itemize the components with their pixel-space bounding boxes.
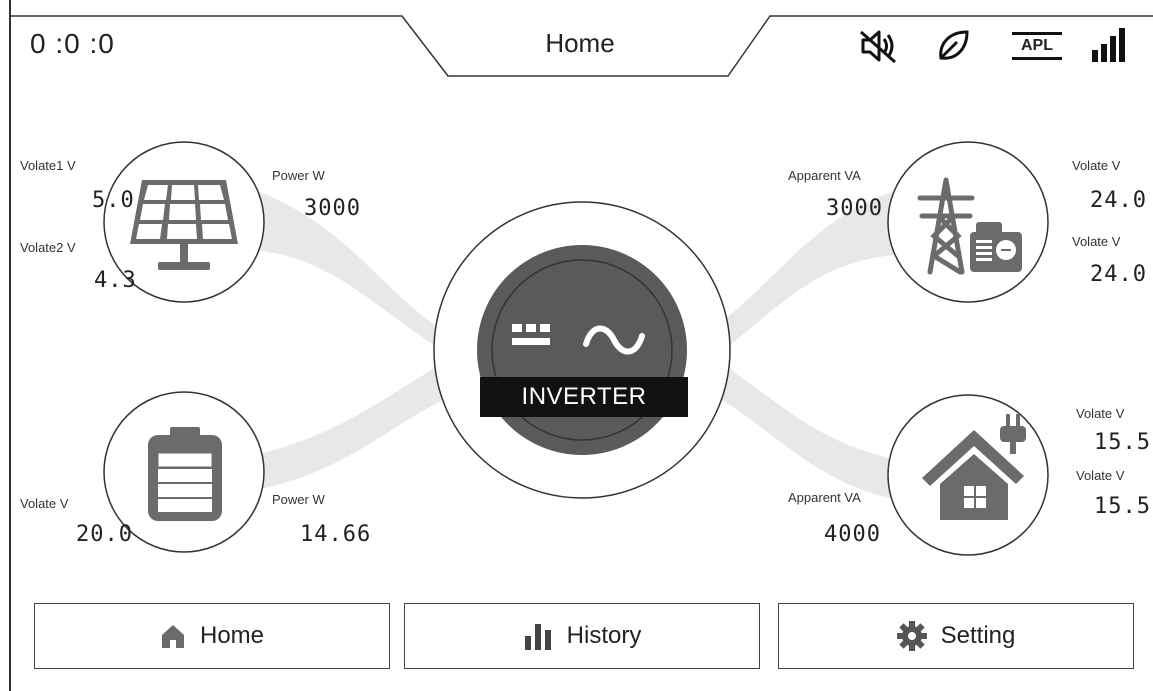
grid-volt1-value: 24.0 bbox=[1090, 188, 1147, 213]
home-button-label: Home bbox=[199, 622, 265, 649]
grid-volt2-label: Volate V bbox=[1072, 234, 1121, 249]
battery-icon bbox=[148, 427, 222, 521]
grid-tower-icon bbox=[917, 177, 1022, 275]
grid-apparent-value: 3000 bbox=[826, 196, 883, 221]
pv-volt2-value: 4.3 bbox=[94, 268, 137, 293]
pv-power-value: 3000 bbox=[304, 196, 361, 221]
load-apparent-label: Apparent VA bbox=[788, 490, 861, 505]
pv-power-label: Power W bbox=[272, 168, 325, 183]
load-volt2-label: Volate V bbox=[1076, 468, 1125, 483]
page-title: Home bbox=[545, 28, 615, 58]
home-icon bbox=[161, 625, 184, 648]
setting-button-label: Setting bbox=[940, 622, 1016, 649]
load-volt1-value: 15.5 bbox=[1094, 430, 1151, 455]
pv-volt1-value: 5.0 bbox=[92, 188, 135, 213]
battery-power-label: Power W bbox=[272, 492, 325, 507]
grid-volt2-value: 24.0 bbox=[1090, 262, 1147, 287]
battery-volt-value: 20.0 bbox=[76, 522, 133, 547]
battery-volt-label: Volate V bbox=[20, 496, 69, 511]
clock-display: 0 :0 :0 bbox=[30, 28, 115, 59]
history-button[interactable]: History bbox=[404, 603, 760, 669]
inverter-label: INVERTER bbox=[480, 377, 688, 417]
solar-panel-icon bbox=[130, 180, 238, 270]
grid-apparent-label: Apparent VA bbox=[788, 168, 861, 183]
setting-button[interactable]: Setting bbox=[778, 603, 1134, 669]
mute-icon[interactable] bbox=[855, 28, 901, 64]
battery-power-value: 14.66 bbox=[300, 522, 372, 547]
grid-volt1-label: Volate V bbox=[1072, 158, 1121, 173]
house-load-icon bbox=[922, 414, 1026, 520]
load-apparent-value: 4000 bbox=[824, 522, 881, 547]
gear-icon bbox=[896, 621, 927, 651]
history-button-label: History bbox=[566, 622, 642, 649]
pv-volt2-label: Volate2 V bbox=[20, 240, 76, 255]
home-button[interactable]: Home bbox=[34, 603, 390, 669]
apl-icon-text: APL bbox=[1012, 32, 1062, 60]
signal-icon[interactable] bbox=[1090, 26, 1130, 64]
eco-leaf-icon[interactable] bbox=[935, 28, 971, 64]
dc-ac-icon bbox=[512, 324, 645, 355]
load-volt2-value: 15.5 bbox=[1094, 494, 1151, 519]
pv-volt1-label: Volate1 V bbox=[20, 158, 76, 173]
apl-icon[interactable]: APL bbox=[1012, 28, 1062, 64]
bar-chart-icon bbox=[524, 624, 551, 650]
load-volt1-label: Volate V bbox=[1076, 406, 1125, 421]
